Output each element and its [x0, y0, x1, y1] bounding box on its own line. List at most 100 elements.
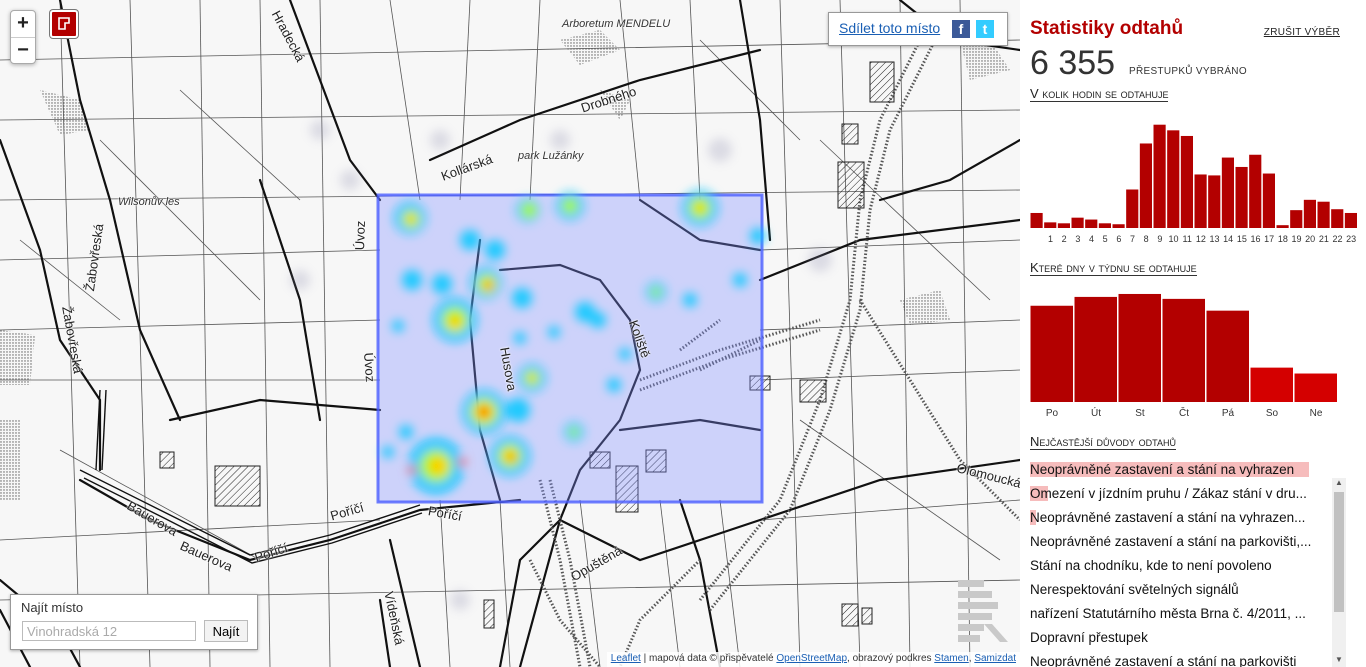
- hour-bar: [1249, 154, 1262, 228]
- place-label: Wilsonův les: [118, 196, 180, 208]
- reason-label: nařízení Statutárního města Brna č. 4/20…: [1030, 606, 1306, 621]
- osm-link[interactable]: OpenStreetMap: [776, 653, 847, 664]
- reason-item[interactable]: Stání na chodníku, kde to není povoleno: [1030, 558, 1330, 573]
- hour-tick-label: 20: [1305, 234, 1315, 244]
- hour-bar: [1098, 223, 1111, 228]
- reason-label: Neoprávněné zastavení a stání na vyhraze…: [1030, 510, 1306, 525]
- hours-chart: 1 2 3 4 5 6 7 8 9 10 11 12 13 14 15 16 17 18 19 20 21 22 23: [1030, 124, 1357, 244]
- day-bar: [1250, 367, 1293, 402]
- day-tick-label: Po: [1046, 408, 1059, 419]
- select-area-button[interactable]: [50, 10, 78, 38]
- hour-bar: [1126, 189, 1139, 228]
- hour-tick-label: 19: [1291, 234, 1301, 244]
- day-tick-label: So: [1266, 408, 1279, 419]
- hour-tick-label: 16: [1250, 234, 1260, 244]
- reason-item[interactable]: Neoprávněné zastavení a stání na vyhraze…: [1030, 462, 1330, 477]
- reasons-list: Neoprávněné zastavení a stání na vyhraze…: [1020, 458, 1366, 667]
- reason-label: Neoprávněné zastavení a stání na parkovi…: [1030, 654, 1297, 667]
- hour-bar: [1194, 174, 1207, 228]
- zoom-in-button[interactable]: +: [11, 11, 35, 37]
- reason-label: Neoprávněné zastavení a stání na vyhraze…: [1030, 462, 1295, 477]
- hour-bar: [1030, 212, 1043, 228]
- scroll-down-icon[interactable]: ▼: [1332, 655, 1346, 667]
- hour-tick-label: 17: [1264, 234, 1274, 244]
- hour-tick-label: 22: [1332, 234, 1342, 244]
- cancel-selection-link[interactable]: ZRUŠIT VÝBĚR: [1264, 27, 1340, 38]
- days-chart: Po Út St Čt Pá So Ne: [1030, 293, 1337, 419]
- reason-item[interactable]: Nerespektování světelných signálů: [1030, 582, 1330, 597]
- attribution-text: | mapová data © přispěvatelé: [640, 653, 777, 664]
- day-tick-label: Út: [1091, 406, 1101, 419]
- logo: [958, 580, 1008, 642]
- scroll-thumb[interactable]: [1334, 492, 1344, 612]
- hour-tick-label: 14: [1223, 234, 1233, 244]
- twitter-icon[interactable]: t: [976, 20, 994, 38]
- leaflet-link[interactable]: Leaflet: [611, 653, 641, 664]
- facebook-icon[interactable]: f: [952, 20, 970, 38]
- scroll-up-icon[interactable]: ▲: [1332, 478, 1346, 490]
- hour-tick-label: 12: [1196, 234, 1206, 244]
- reason-item[interactable]: Neoprávněné zastavení a stání na parkovi…: [1030, 534, 1330, 549]
- reason-label: Stání na chodníku, kde to není povoleno: [1030, 558, 1272, 573]
- stamen-link[interactable]: Stamen: [934, 653, 968, 664]
- reason-label: Neoprávněné zastavení a stání na parkovi…: [1030, 534, 1312, 549]
- total-count-label: PŘESTUPKŮ VYBRÁNO: [1129, 66, 1247, 77]
- hour-tick-label: 21: [1319, 234, 1329, 244]
- hour-bar: [1071, 217, 1084, 228]
- reasons-scrollbar[interactable]: ▲ ▼: [1332, 478, 1346, 667]
- hour-tick-label: 23: [1346, 234, 1356, 244]
- hour-tick-label: 4: [1089, 234, 1094, 244]
- hour-bar: [1057, 223, 1070, 228]
- hour-bar: [1112, 224, 1125, 228]
- day-bar: [1162, 298, 1205, 402]
- hour-bar: [1290, 210, 1303, 228]
- day-tick-label: Ne: [1310, 408, 1323, 419]
- hour-bar: [1276, 225, 1289, 228]
- street-label: Úvoz: [352, 220, 369, 251]
- hour-tick-label: 8: [1144, 234, 1149, 244]
- place-label: park Lužánky: [518, 150, 584, 162]
- day-bar: [1030, 305, 1073, 402]
- reason-label: Omezení v jízdním pruhu / Zákaz stání v …: [1030, 486, 1307, 501]
- attribution: Leaflet | mapová data © přispěvatelé Ope…: [606, 652, 1020, 667]
- map[interactable]: Hradecká Arboretum MENDELU Drobného Koll…: [0, 0, 1020, 667]
- total-count: 6 355: [1030, 44, 1116, 82]
- day-tick-label: St: [1135, 408, 1145, 419]
- day-tick-label: Pá: [1222, 408, 1235, 419]
- reason-item[interactable]: nařízení Statutárního města Brna č. 4/20…: [1030, 606, 1330, 621]
- hour-bar: [1044, 222, 1057, 228]
- hour-tick-label: 6: [1116, 234, 1121, 244]
- map-tiles[interactable]: [0, 0, 1020, 667]
- hour-bar: [1235, 166, 1248, 228]
- day-bar: [1118, 293, 1161, 402]
- samizdat-link[interactable]: Samizdat: [974, 653, 1016, 664]
- hour-bar: [1344, 212, 1357, 228]
- hour-bar: [1085, 219, 1098, 228]
- place-label: Arboretum MENDELU: [562, 18, 671, 30]
- reason-item[interactable]: Omezení v jízdním pruhu / Zákaz stání v …: [1030, 486, 1330, 501]
- hours-chart-title: V kolik hodin se odtahuje: [1030, 86, 1169, 102]
- reason-label: Nerespektování světelných signálů: [1030, 582, 1239, 597]
- reason-item[interactable]: Neoprávněné zastavení a stání na vyhraze…: [1030, 510, 1330, 525]
- search-input[interactable]: [22, 621, 196, 641]
- hour-bar: [1331, 209, 1344, 228]
- days-chart-title: Které dny v týdnu se odtahuje: [1030, 260, 1197, 276]
- hour-bar: [1153, 124, 1166, 228]
- reason-item[interactable]: Dopravní přestupek: [1030, 630, 1330, 645]
- hour-tick-label: 2: [1062, 234, 1067, 244]
- hour-tick-label: 11: [1182, 234, 1191, 244]
- day-bar: [1074, 296, 1117, 402]
- zoom-out-button[interactable]: −: [11, 37, 35, 63]
- zoom-control: + −: [10, 10, 36, 64]
- hour-bar: [1221, 157, 1234, 228]
- reasons-title: Nejčastější důvody odtahů: [1030, 434, 1176, 450]
- hour-tick-label: 10: [1168, 234, 1178, 244]
- share-link[interactable]: Sdílet toto místo: [839, 20, 940, 36]
- share-box: Sdílet toto místo f t: [828, 12, 1008, 46]
- hour-bar: [1303, 199, 1316, 228]
- search-box: Najít místo Najít: [10, 594, 258, 650]
- reason-item[interactable]: Neoprávněné zastavení a stání na parkovi…: [1030, 654, 1330, 667]
- day-tick-label: Čt: [1179, 406, 1189, 419]
- search-button[interactable]: Najít: [204, 620, 248, 642]
- search-label: Najít místo: [21, 600, 84, 615]
